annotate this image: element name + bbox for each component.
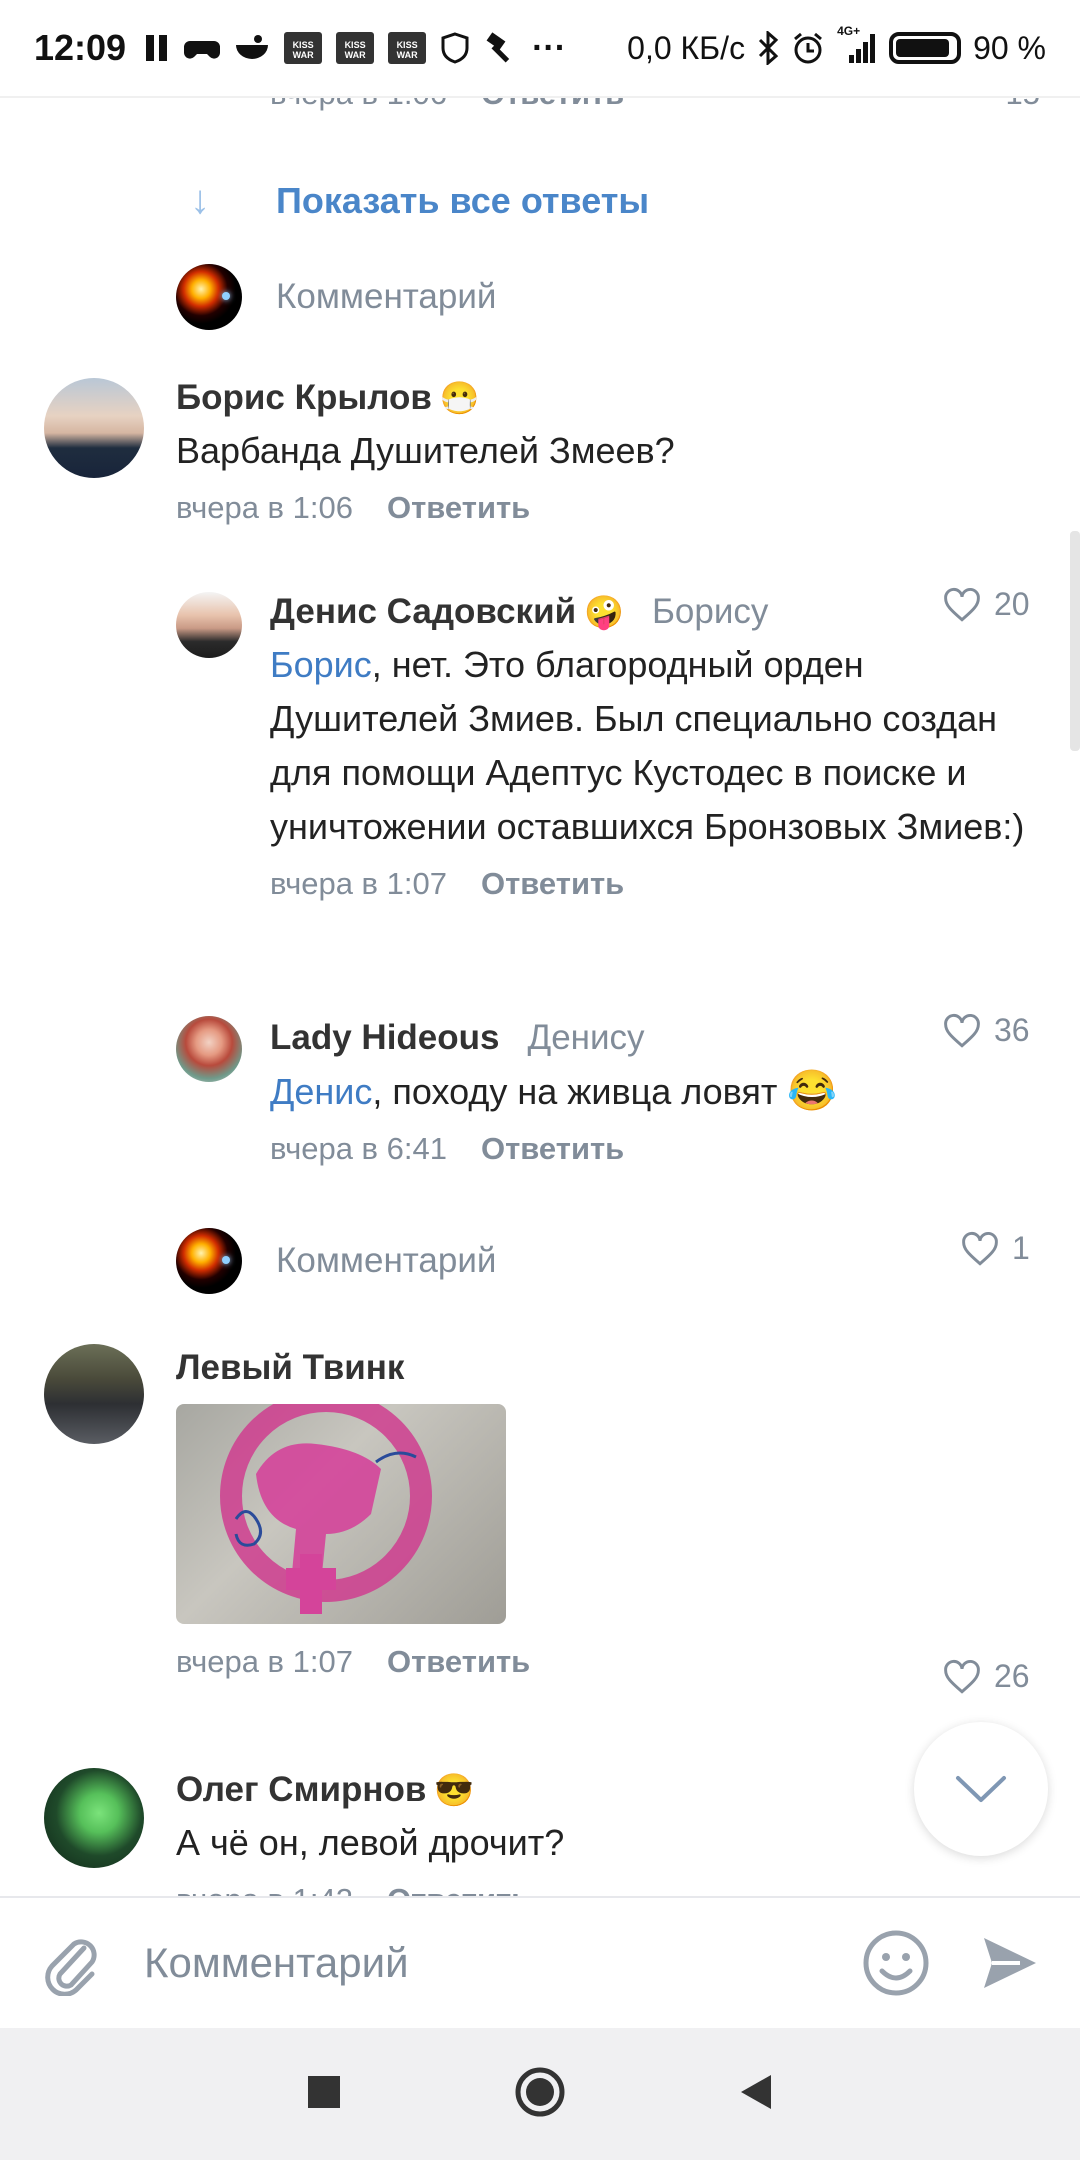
gamepad-icon [184,28,221,68]
like-button[interactable]: 1 [960,1230,1030,1267]
scroll-down-button[interactable] [914,1722,1048,1856]
battery-icon [889,32,962,64]
more-icon: ··· [532,28,567,67]
kiss-war-icon: KISS WAR [284,32,323,64]
battery-level: 90 % [973,29,1046,66]
alarm-icon [791,28,825,68]
comment-time: вчера в 1:06 [270,98,447,112]
comment-text-body: , походу на живца ловят [372,1071,778,1112]
comment-text-body: , нет. Это благородный орден Душителей З… [270,644,1025,847]
reply-button[interactable]: Ответить [387,490,530,526]
reply-button[interactable]: Ответить [387,1882,530,1896]
pause-icon [144,28,170,68]
comment-author[interactable]: Олег Смирнов [176,1770,426,1810]
comment-time: вчера в 1:06 [176,490,353,525]
avatar[interactable] [176,592,242,658]
network-speed: 0,0 КБ/с [627,29,746,66]
avatar[interactable] [176,1016,242,1082]
reply-button[interactable]: Ответить [481,1131,624,1167]
attached-photo[interactable] [176,1404,506,1624]
mention-link[interactable]: Борис [270,644,372,685]
back-icon[interactable] [739,2073,773,2116]
send-icon[interactable] [980,1934,1040,1992]
comment-text: Денис, походу на живца ловят 😂 [270,1064,1040,1119]
reply-button[interactable]: Ответить [481,98,624,112]
reply-button[interactable]: Ответить [481,866,624,902]
avatar[interactable] [44,378,144,478]
status-time: 12:09 [34,27,127,68]
mention-link[interactable]: Денис [270,1071,372,1112]
write-reply-row[interactable]: Комментарий [176,1228,496,1294]
heart-icon [962,1231,998,1266]
home-icon[interactable] [514,2066,566,2123]
comment-text: Борис, нет. Это благородный орден Душите… [270,638,1040,854]
comment-input-bar: Комментарий [0,1896,1080,2028]
reply-button[interactable]: Ответить [387,1644,530,1680]
system-nav-bar [0,2028,1080,2160]
mask-emoji-icon: 😷 [439,380,480,416]
comment-input[interactable]: Комментарий [144,1939,862,1987]
comment-time: вчера в 1:42 [176,1882,353,1896]
comment-author[interactable]: Lady Hideous [270,1018,499,1058]
avatar[interactable] [44,1344,144,1444]
comment-time: вчера в 1:07 [176,1644,353,1679]
signal-icon: 4G+ [837,24,877,68]
comment-time: вчера в 1:07 [270,866,447,901]
comment-text: А чё он, левой дрочит? [176,1822,565,1863]
heart-icon [944,1659,980,1694]
comments-feed[interactable]: вчера в 1:06 Ответить 15 ↓ Показать все … [0,98,1080,1896]
avatar [176,1228,242,1294]
write-reply-placeholder: Комментарий [276,277,497,316]
signal-label: 4G+ [837,24,861,38]
comment-author[interactable]: Борис Крылов [176,378,432,418]
like-count: 26 [994,1658,1030,1694]
status-bar: 12:09 KISS WAR KISS WAR KISS WAR ··· 0,0… [0,0,1080,96]
laughing-emoji-icon: 😂 [787,1069,838,1113]
avatar[interactable] [44,1768,144,1868]
shield-icon [440,28,470,68]
bowl-icon [234,28,270,68]
zany-emoji-icon: 🤪 [584,594,624,630]
comment-text: Варбанда Душителей Змеев? [176,430,675,471]
comment-author[interactable]: Левый Твинк [176,1348,404,1388]
like-count[interactable]: 15 [1006,98,1040,112]
recent-apps-icon[interactable] [307,2075,341,2114]
arrow-down-icon: ↓ [190,178,210,222]
comment-author[interactable]: Денис Садовский [270,592,576,632]
hammer-icon [484,28,518,68]
previous-comment-meta: вчера в 1:06 Ответить 15 [270,98,1040,112]
write-reply-row[interactable]: Комментарий [176,264,496,330]
comment-time: вчера в 6:41 [270,1131,447,1166]
kiss-war-icon: KISS WAR [336,32,375,64]
reply-to-label[interactable]: Денису [527,1018,644,1058]
scrollbar[interactable] [1070,531,1080,751]
sunglasses-emoji-icon: 😎 [434,1772,475,1808]
smiley-icon[interactable] [862,1929,930,1997]
avatar [176,264,242,330]
write-reply-placeholder: Комментарий [276,1241,497,1280]
bluetooth-icon [757,28,779,68]
show-all-replies-button[interactable]: ↓ Показать все ответы [190,178,649,223]
chevron-down-icon [956,1776,1006,1802]
reply-to-label[interactable]: Борису [652,592,768,632]
like-count: 1 [1012,1230,1030,1266]
paperclip-icon[interactable] [40,1930,100,1996]
kiss-war-icon: KISS WAR [388,32,427,64]
show-all-replies-label: Показать все ответы [276,179,650,221]
like-button[interactable]: 26 [942,1658,1030,1695]
fist-stencil-image [220,1404,432,1614]
